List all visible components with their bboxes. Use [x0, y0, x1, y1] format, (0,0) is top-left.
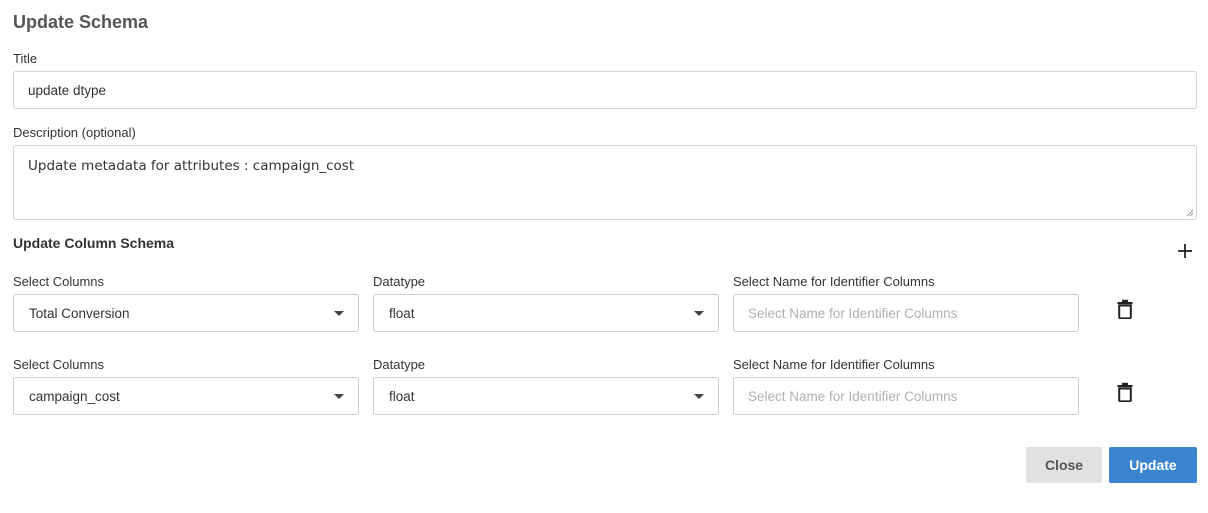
caret-down-icon [694, 311, 704, 316]
dialog-title: Update Schema [13, 12, 149, 32]
select-columns-label: Select Columns [13, 357, 105, 372]
trash-icon [1117, 299, 1133, 319]
datatype-label: Datatype [373, 357, 426, 372]
select-columns-dropdown[interactable]: campaign_cost [13, 377, 359, 415]
datatype-dropdown[interactable]: float [373, 377, 719, 415]
close-button[interactable]: Close [1026, 447, 1102, 483]
identifier-label: Select Name for Identifier Columns [733, 357, 935, 372]
datatype-label: Datatype [373, 274, 426, 289]
title-input[interactable]: update dtype [13, 71, 1197, 109]
update-button[interactable]: Update [1109, 447, 1197, 483]
identifier-label: Select Name for Identifier Columns [733, 274, 935, 289]
caret-down-icon [694, 394, 704, 399]
select-columns-value: Total Conversion [29, 305, 130, 321]
select-columns-value: campaign_cost [29, 388, 120, 404]
select-columns-label: Select Columns [13, 274, 105, 289]
caret-down-icon [334, 311, 344, 316]
resize-grip-icon[interactable] [1186, 209, 1194, 217]
description-label: Description (optional) [13, 125, 136, 140]
description-textarea[interactable]: Update metadata for attributes : campaig… [13, 145, 1197, 220]
datatype-dropdown[interactable]: float [373, 294, 719, 332]
identifier-input[interactable]: Select Name for Identifier Columns [733, 294, 1079, 332]
delete-row-button[interactable] [1113, 380, 1137, 404]
title-input-value: update dtype [28, 82, 107, 98]
title-label: Title [13, 51, 38, 66]
section-title: Update Column Schema [13, 235, 175, 251]
add-row-button[interactable] [1175, 241, 1195, 261]
select-columns-dropdown[interactable]: Total Conversion [13, 294, 359, 332]
plus-icon [1178, 244, 1192, 258]
datatype-value: float [389, 305, 415, 321]
datatype-value: float [389, 388, 415, 404]
identifier-placeholder: Select Name for Identifier Columns [748, 305, 958, 321]
caret-down-icon [334, 394, 344, 399]
trash-icon [1117, 382, 1133, 402]
description-textarea-value: Update metadata for attributes : campaig… [28, 158, 355, 174]
identifier-input[interactable]: Select Name for Identifier Columns [733, 377, 1079, 415]
identifier-placeholder: Select Name for Identifier Columns [748, 388, 958, 404]
delete-row-button[interactable] [1113, 297, 1137, 321]
